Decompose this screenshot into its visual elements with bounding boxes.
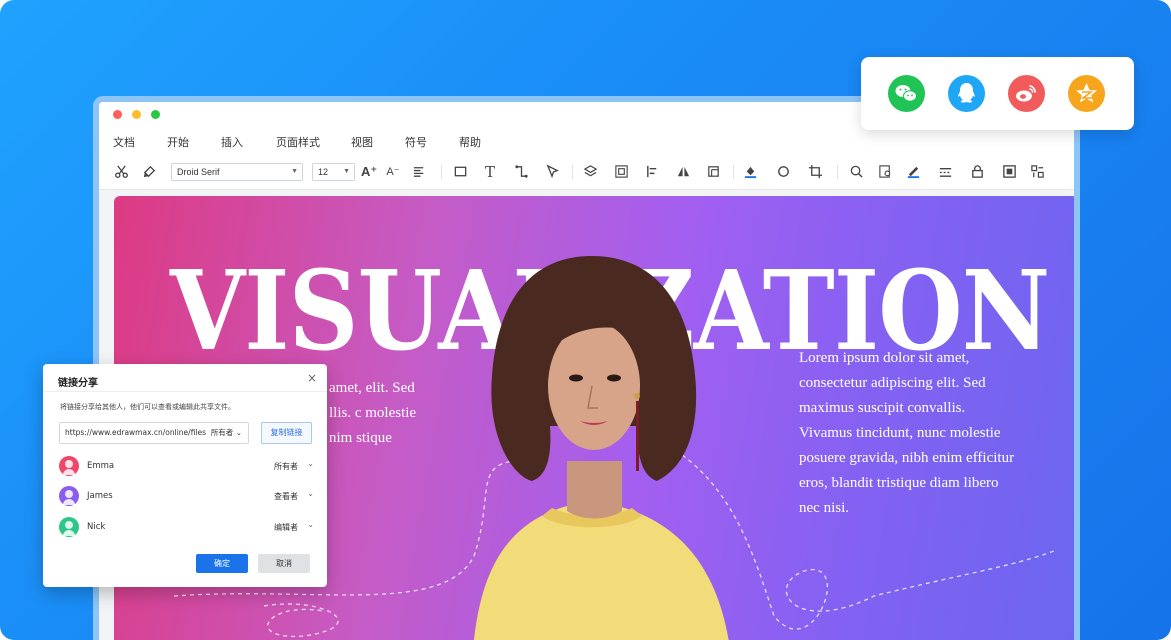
chevron-down-icon[interactable]: ⌄ bbox=[307, 489, 314, 498]
toolbar-divider bbox=[837, 165, 838, 179]
pointer-icon[interactable] bbox=[544, 164, 560, 180]
frame-icon[interactable] bbox=[705, 164, 721, 180]
qq-icon[interactable] bbox=[948, 75, 985, 112]
fill-color-icon[interactable] bbox=[742, 164, 758, 180]
toolbar-divider bbox=[441, 165, 442, 179]
layers-icon[interactable] bbox=[582, 164, 598, 180]
menu-bar: 文档 开始 插入 页面样式 视图 符号 帮助 bbox=[99, 128, 1074, 154]
chevron-down-icon: ▼ bbox=[291, 168, 298, 175]
cut-icon[interactable] bbox=[113, 164, 129, 180]
text-icon[interactable]: T bbox=[482, 164, 498, 180]
align-icon[interactable] bbox=[411, 164, 427, 180]
menu-file[interactable]: 文档 bbox=[113, 134, 135, 150]
user-name: Emma bbox=[87, 461, 115, 471]
format-painter-icon[interactable] bbox=[141, 164, 157, 180]
share-url-value: https://www.edrawmax.cn/online/files bbox=[65, 428, 207, 437]
toolbar-divider bbox=[733, 165, 734, 179]
user-name: James bbox=[87, 491, 113, 501]
avatar bbox=[59, 486, 79, 506]
url-permission-select[interactable]: 所有者 ⌄ bbox=[211, 423, 242, 443]
copy-link-button[interactable]: 复制链接 bbox=[261, 422, 312, 444]
portrait-photo bbox=[474, 256, 729, 640]
confirm-button[interactable]: 确定 bbox=[196, 554, 248, 573]
social-share-panel bbox=[861, 57, 1134, 130]
group-icon[interactable] bbox=[613, 164, 629, 180]
menu-symbol[interactable]: 符号 bbox=[405, 134, 427, 150]
menu-insert[interactable]: 插入 bbox=[221, 134, 243, 150]
user-role-select[interactable]: 编辑者 bbox=[274, 522, 298, 533]
line-color-icon[interactable] bbox=[905, 164, 921, 180]
toolbar-divider bbox=[572, 165, 573, 179]
find-replace-icon[interactable] bbox=[877, 164, 893, 180]
share-link-dialog: 链接分享 × 将链接分享给其他人，他们可以查看或编辑此共享文件。 https:/… bbox=[43, 364, 327, 587]
user-row: Emma 所有者 ⌄ bbox=[59, 456, 314, 478]
menu-home[interactable]: 开始 bbox=[167, 134, 189, 150]
avatar bbox=[59, 517, 79, 537]
user-role-select[interactable]: 所有者 bbox=[274, 461, 298, 472]
chevron-down-icon[interactable]: ⌄ bbox=[307, 459, 314, 468]
maximize-window-dot[interactable] bbox=[151, 110, 160, 119]
font-family-select[interactable]: Droid Serif ▼ bbox=[171, 163, 303, 181]
close-icon[interactable]: × bbox=[307, 371, 317, 385]
minimize-window-dot[interactable] bbox=[132, 110, 141, 119]
font-family-value: Droid Serif bbox=[177, 167, 220, 177]
chevron-down-icon: ⌄ bbox=[235, 428, 242, 437]
font-size-value: 12 bbox=[318, 167, 329, 177]
more-tools-icon[interactable] bbox=[1029, 164, 1045, 180]
user-row: James 查看者 ⌄ bbox=[59, 486, 314, 508]
decrease-font-icon[interactable]: A⁻ bbox=[385, 164, 401, 180]
rectangle-icon[interactable] bbox=[452, 164, 468, 180]
share-url-field[interactable]: https://www.edrawmax.cn/online/files 所有者… bbox=[59, 422, 249, 444]
align-left-icon[interactable] bbox=[644, 164, 660, 180]
fit-page-icon[interactable] bbox=[1001, 164, 1017, 180]
dialog-title: 链接分享 bbox=[58, 378, 98, 389]
close-window-dot[interactable] bbox=[113, 110, 122, 119]
connector-icon[interactable] bbox=[513, 164, 529, 180]
menu-page-style[interactable]: 页面样式 bbox=[276, 134, 320, 150]
user-name: Nick bbox=[87, 522, 106, 532]
lock-icon[interactable] bbox=[969, 164, 985, 180]
weibo-icon[interactable] bbox=[1008, 75, 1045, 112]
flip-icon[interactable] bbox=[675, 164, 691, 180]
shape-style-icon[interactable] bbox=[775, 164, 791, 180]
search-icon[interactable] bbox=[848, 164, 864, 180]
dialog-description: 将链接分享给其他人，他们可以查看或编辑此共享文件。 bbox=[60, 403, 235, 411]
user-row: Nick 编辑者 ⌄ bbox=[59, 517, 314, 539]
avatar bbox=[59, 456, 79, 476]
dialog-divider bbox=[43, 391, 327, 392]
font-size-select[interactable]: 12 ▼ bbox=[312, 163, 355, 181]
user-role-select[interactable]: 查看者 bbox=[274, 491, 298, 502]
crop-icon[interactable] bbox=[807, 164, 823, 180]
line-style-icon[interactable] bbox=[937, 164, 953, 180]
chevron-down-icon: ▼ bbox=[343, 168, 350, 175]
increase-font-icon[interactable]: A⁺ bbox=[361, 164, 377, 180]
wechat-icon[interactable] bbox=[888, 75, 925, 112]
chevron-down-icon[interactable]: ⌄ bbox=[307, 520, 314, 529]
cancel-button[interactable]: 取消 bbox=[258, 554, 310, 573]
toolbar: Droid Serif ▼ 12 ▼ A⁺ A⁻ T bbox=[99, 154, 1074, 190]
menu-help[interactable]: 帮助 bbox=[459, 134, 481, 150]
url-permission-value: 所有者 bbox=[210, 428, 234, 437]
menu-view[interactable]: 视图 bbox=[351, 134, 373, 150]
qzone-icon[interactable] bbox=[1068, 75, 1105, 112]
